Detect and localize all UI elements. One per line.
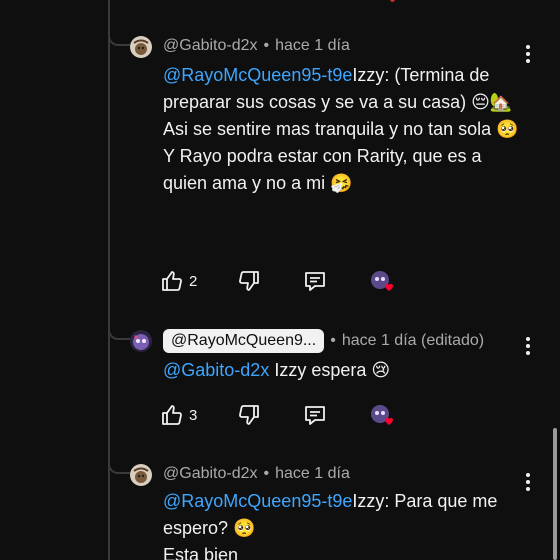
reply-button[interactable] xyxy=(303,402,327,428)
comment-line: Asi se sentire mas tranquila y no tan so… xyxy=(163,119,519,139)
avatar[interactable] xyxy=(130,464,152,486)
comment-text: @RayoMcQueen95-t9eIzzy: Para que me espe… xyxy=(163,488,523,560)
reply-comment-icon xyxy=(305,406,325,425)
dislike-button[interactable] xyxy=(237,268,261,294)
avatar[interactable] xyxy=(130,330,152,352)
timestamp[interactable]: hace 1 día xyxy=(275,465,350,483)
comment-header: @Gabito-d2x • hace 1 día xyxy=(163,465,350,483)
thumbs-up-icon xyxy=(162,271,182,291)
comment-header: @Gabito-d2x • hace 1 día xyxy=(163,37,350,55)
reply-comment-icon xyxy=(305,272,325,291)
creator-heart-icon xyxy=(370,404,396,428)
comment-line: Izzy espera 😢 xyxy=(269,360,391,380)
separator: • xyxy=(263,465,270,482)
mention-link[interactable]: @RayoMcQueen95-t9e xyxy=(163,491,352,511)
timestamp[interactable]: hace 1 día xyxy=(275,37,350,55)
thumbs-up-icon xyxy=(162,405,182,425)
reply-button[interactable] xyxy=(303,268,327,294)
dislike-button[interactable] xyxy=(237,402,261,428)
author-chip[interactable]: @RayoMcQueen9... xyxy=(163,329,325,353)
author-name[interactable]: @Gabito-d2x xyxy=(163,465,258,483)
thread-connector xyxy=(108,34,130,46)
comment-text: @Gabito-d2x Izzy espera 😢 xyxy=(163,357,523,384)
like-button[interactable]: 2 xyxy=(160,268,197,294)
creator-heart-icon xyxy=(370,270,396,294)
more-vert-icon[interactable] xyxy=(524,336,532,356)
thread-connector xyxy=(108,462,130,474)
like-count: 2 xyxy=(189,272,198,290)
thread-connector xyxy=(108,328,130,340)
author-name[interactable]: @Gabito-d2x xyxy=(163,37,258,55)
more-vert-icon[interactable] xyxy=(524,44,532,64)
avatar[interactable] xyxy=(130,36,152,58)
mention-link[interactable]: @Gabito-d2x xyxy=(163,360,269,380)
thumbs-down-icon xyxy=(239,405,259,425)
comment-header: @RayoMcQueen9... • hace 1 día (editado) xyxy=(163,329,484,353)
comment-text: @RayoMcQueen95-t9eIzzy: (Termina de prep… xyxy=(163,62,523,197)
separator: • xyxy=(330,332,336,349)
like-count: 3 xyxy=(189,406,198,424)
separator: • xyxy=(263,37,270,54)
like-button[interactable]: 3 xyxy=(160,402,197,428)
scrollbar[interactable] xyxy=(553,428,557,560)
mention-link[interactable]: @RayoMcQueen95-t9e xyxy=(163,65,352,85)
more-vert-icon[interactable] xyxy=(524,472,532,492)
comment-line: Esta bien xyxy=(163,545,239,560)
comment-line: Y Rayo podra estar con Rarity, que es a … xyxy=(163,146,482,193)
previous-creator-heart-icon xyxy=(390,0,395,2)
thumbs-down-icon xyxy=(239,271,259,291)
thread-line xyxy=(108,0,110,560)
timestamp[interactable]: hace 1 día (editado) xyxy=(342,332,484,350)
